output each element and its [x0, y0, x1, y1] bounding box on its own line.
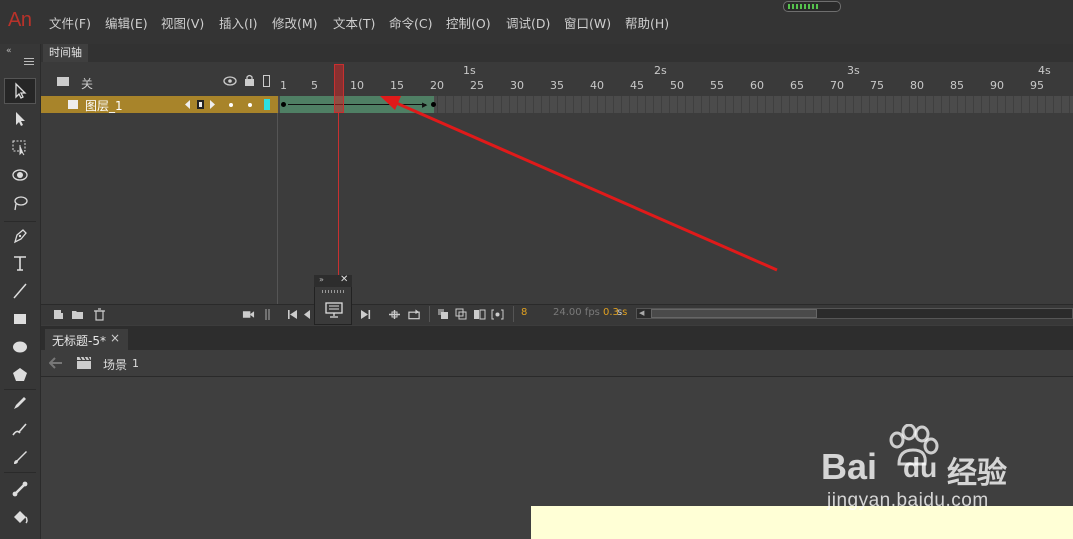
- modify-markers-icon[interactable]: [490, 307, 504, 321]
- expand-icon[interactable]: »: [319, 275, 324, 284]
- watermark-url: jingyan.baidu.com: [827, 490, 989, 511]
- current-frame-value[interactable]: 8: [521, 307, 527, 318]
- floating-panel-header[interactable]: » ✕: [314, 274, 352, 287]
- elapsed-time-value[interactable]: 0.3 s: [603, 307, 627, 318]
- drag-grip[interactable]: [322, 290, 344, 293]
- loop-icon[interactable]: [406, 307, 422, 321]
- camera-icon[interactable]: [240, 307, 256, 321]
- delete-icon[interactable]: [92, 307, 106, 321]
- toolbar-divider: [429, 306, 430, 322]
- watermark-brand-du: du: [903, 452, 938, 483]
- scrollbar-thumb[interactable]: [651, 309, 817, 318]
- last-frame-icon[interactable]: [358, 307, 372, 321]
- scene-number: 1: [132, 357, 139, 370]
- new-layer-icon[interactable]: [52, 307, 66, 321]
- edit-multiple-frames-icon[interactable]: [472, 307, 486, 321]
- back-arrow-icon[interactable]: [48, 357, 63, 372]
- scene-label[interactable]: 场景: [103, 356, 127, 373]
- elapsed-unit: s: [617, 307, 623, 318]
- toolbar-divider: [513, 306, 514, 322]
- scroll-left-icon[interactable]: ◀: [639, 309, 644, 317]
- first-frame-icon[interactable]: [285, 307, 299, 321]
- document-tab-title[interactable]: 无标题-5*: [52, 332, 106, 349]
- screen-output-icon[interactable]: [325, 302, 343, 321]
- edit-bar: 场景 1: [41, 350, 1073, 377]
- onion-outline-icon[interactable]: [454, 307, 468, 321]
- center-frame-icon[interactable]: [387, 307, 401, 321]
- document-tabbar: [41, 326, 1073, 350]
- new-folder-icon[interactable]: [70, 307, 84, 321]
- watermark-cn: 经验: [947, 456, 1007, 491]
- clapperboard-icon: [76, 356, 92, 373]
- panel-splitter-icon[interactable]: [263, 307, 273, 321]
- close-tab-icon[interactable]: ×: [110, 331, 120, 345]
- previous-frame-icon[interactable]: [302, 307, 312, 321]
- onion-skin-icon[interactable]: [436, 307, 450, 321]
- fps-value[interactable]: 24.00 fps: [553, 307, 600, 318]
- watermark: Bai du 经验 jingyan.baidu.com: [815, 424, 1025, 514]
- watermark-brand: Bai: [821, 446, 878, 487]
- close-icon[interactable]: ✕: [340, 274, 348, 285]
